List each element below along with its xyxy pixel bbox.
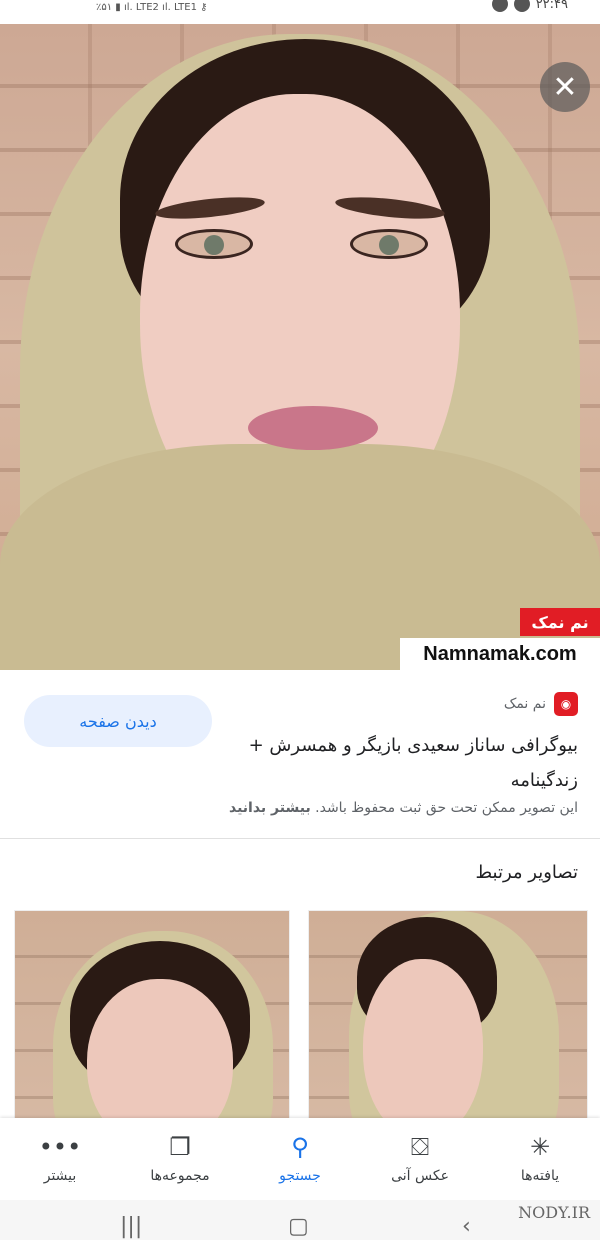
back-icon[interactable]: ‹ bbox=[462, 1214, 471, 1239]
nav-snapshot[interactable]: ⛋ عکس آنی bbox=[365, 1134, 475, 1184]
related-image[interactable] bbox=[14, 910, 290, 1130]
recents-icon[interactable]: ||| bbox=[120, 1214, 142, 1239]
more-icon: ••• bbox=[38, 1133, 82, 1161]
nav-discover[interactable]: ✳ یافته‌ها bbox=[485, 1134, 595, 1184]
nav-search[interactable]: ⚲ جستجو bbox=[245, 1134, 355, 1184]
face bbox=[87, 979, 233, 1129]
nav-label: مجموعه‌ها bbox=[150, 1168, 210, 1184]
scarf-lower bbox=[0, 444, 600, 670]
home-icon[interactable]: ▢ bbox=[288, 1214, 309, 1239]
right-eye bbox=[350, 229, 428, 259]
snapshot-icon: ⛋ bbox=[410, 1133, 430, 1161]
close-icon: ✕ bbox=[552, 69, 578, 105]
system-navigation-bar: ||| ▢ ‹ bbox=[0, 1200, 600, 1240]
status-time: ۲۲:۴۹ bbox=[535, 0, 568, 12]
face bbox=[363, 959, 483, 1129]
lips bbox=[248, 406, 378, 450]
learn-more-link[interactable]: بیشتر بدانید bbox=[229, 800, 311, 816]
watermark-logo: نم نمک bbox=[520, 608, 600, 636]
source-name: نم نمک bbox=[503, 696, 546, 712]
nav-label: جستجو bbox=[279, 1168, 321, 1184]
collections-icon: ❐ bbox=[169, 1133, 191, 1161]
main-image[interactable]: ✕ نم نمک Namnamak.com bbox=[0, 24, 600, 670]
whatsapp-icon bbox=[491, 0, 508, 12]
related-images-heading: تصاویر مرتبط bbox=[475, 862, 578, 883]
nav-more[interactable]: ••• بیشتر bbox=[5, 1134, 115, 1184]
status-right: ۲۲:۴۹ bbox=[491, 0, 568, 12]
discover-icon: ✳ bbox=[529, 1133, 551, 1161]
left-eye bbox=[175, 229, 253, 259]
result-title[interactable]: بیوگرافی ساناز سعیدی بازیگر و همسرش + زن… bbox=[238, 728, 578, 798]
watermark-site: Namnamak.com bbox=[400, 638, 600, 670]
nav-label: بیشتر bbox=[43, 1168, 77, 1184]
search-icon: ⚲ bbox=[291, 1133, 309, 1161]
copyright-notice: این تصویر ممکن تحت حق ثبت محفوظ باشد. بی… bbox=[18, 800, 578, 816]
visit-page-button[interactable]: دیدن صفحه bbox=[24, 695, 212, 747]
divider bbox=[0, 838, 600, 839]
status-indicators: ٪۵۱ ▮ ıl. LTE2 ıl. LTE1 ⚷ bbox=[96, 1, 208, 13]
source-row[interactable]: نم نمک ◉ bbox=[504, 692, 578, 716]
bottom-navigation: ✳ یافته‌ها ⛋ عکس آنی ⚲ جستجو ❐ مجموعه‌ها… bbox=[0, 1118, 600, 1200]
site-watermark: NODY.IR bbox=[518, 1203, 590, 1222]
whatsapp-icon bbox=[513, 0, 530, 12]
nav-label: عکس آنی bbox=[391, 1168, 449, 1184]
source-logo-icon: ◉ bbox=[554, 692, 578, 716]
copyright-text: این تصویر ممکن تحت حق ثبت محفوظ باشد. bbox=[315, 800, 578, 816]
close-button[interactable]: ✕ bbox=[540, 62, 590, 112]
nav-label: یافته‌ها bbox=[520, 1168, 560, 1184]
related-image[interactable] bbox=[308, 910, 588, 1130]
nav-collections[interactable]: ❐ مجموعه‌ها bbox=[125, 1134, 235, 1184]
status-bar: ٪۵۱ ▮ ıl. LTE2 ıl. LTE1 ⚷ ۲۲:۴۹ bbox=[0, 0, 600, 24]
